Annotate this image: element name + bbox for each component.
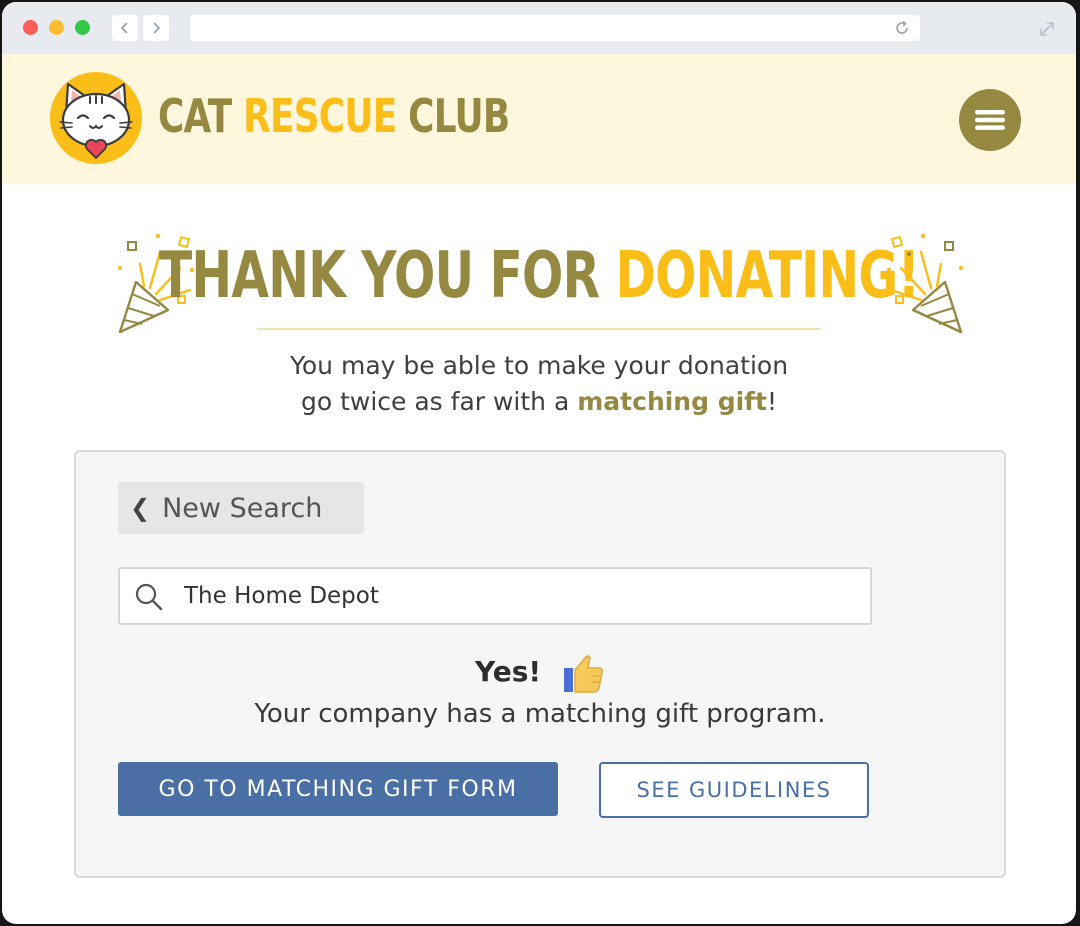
reload-icon[interactable] <box>894 20 910 36</box>
matching-gift-highlight: matching gift <box>577 387 767 416</box>
site-header: CAT RESCUE CLUB <box>2 54 1076 184</box>
chevron-left-icon: ❮ <box>130 494 151 522</box>
chevron-left-icon <box>120 22 128 34</box>
maximize-window-button[interactable] <box>75 20 90 35</box>
cat-logo-icon <box>59 82 133 160</box>
brand-word-rescue: RESCUE <box>243 89 397 143</box>
subtitle-line-2-text: go twice as far with a <box>300 387 578 416</box>
browser-window: CAT RESCUE CLUB THANK YOU FOR DONATING! … <box>2 2 1076 924</box>
search-icon <box>135 583 163 611</box>
subtitle-line-2-end: ! <box>767 387 778 416</box>
subtitle-line-1: You may be able to make your donation <box>289 351 789 380</box>
result-yes-text: Yes! <box>475 655 542 688</box>
hero-subtitle: You may be able to make your donation go… <box>2 348 1076 420</box>
forward-button[interactable] <box>143 15 169 41</box>
thumbs-up-icon <box>563 655 603 693</box>
new-search-button[interactable]: ❮ New Search <box>118 482 364 534</box>
chevron-right-icon <box>153 22 161 34</box>
brand-word-club: CLUB <box>408 89 510 143</box>
address-bar[interactable] <box>190 15 920 41</box>
title-donating: DONATING! <box>615 239 919 313</box>
back-button[interactable] <box>112 15 138 41</box>
new-search-label: New Search <box>162 492 323 524</box>
brand-name[interactable]: CAT RESCUE CLUB <box>158 86 510 146</box>
matching-gift-card: ❮ New Search Yes! Your company has a mat… <box>74 450 1006 878</box>
title-thank-you: THANK YOU FOR <box>159 239 616 313</box>
see-guidelines-button[interactable]: SEE GUIDELINES <box>599 762 869 818</box>
browser-toolbar <box>2 2 1076 54</box>
go-to-matching-gift-form-button[interactable]: GO TO MATCHING GIFT FORM <box>118 762 558 816</box>
close-window-button[interactable] <box>23 20 38 35</box>
minimize-window-button[interactable] <box>49 20 64 35</box>
party-popper-icon <box>886 233 963 334</box>
company-search-input[interactable] <box>184 579 844 613</box>
expand-icon[interactable] <box>1038 20 1056 38</box>
hamburger-menu-icon <box>975 110 1005 130</box>
brand-word-cat: CAT <box>158 89 232 143</box>
title-divider <box>257 328 821 330</box>
result-message: Your company has a matching gift program… <box>254 699 826 729</box>
company-search-field[interactable] <box>118 567 872 625</box>
result-headline: Yes! <box>76 650 1004 694</box>
subtitle-line-2: go twice as far with a matching gift! <box>2 384 1076 420</box>
logo[interactable] <box>50 72 142 164</box>
menu-button[interactable] <box>959 89 1021 151</box>
